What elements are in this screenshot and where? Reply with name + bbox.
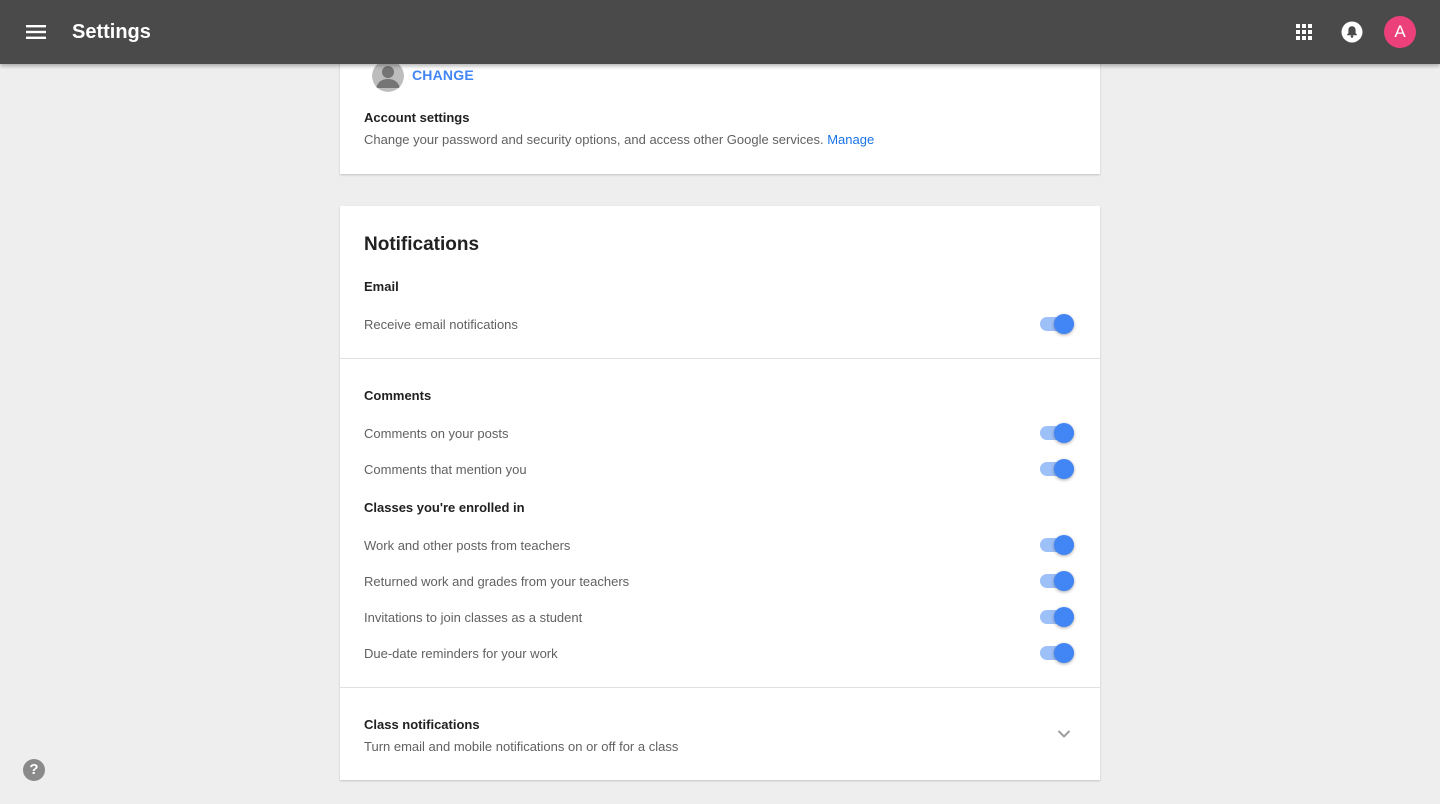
menu-icon[interactable] xyxy=(20,20,52,44)
account-settings-description: Change your password and security option… xyxy=(364,132,874,147)
account-circle-icon xyxy=(372,60,404,92)
change-photo-button[interactable]: CHANGE xyxy=(412,67,474,83)
avatar[interactable]: A xyxy=(1384,16,1416,48)
toggle-knob xyxy=(1054,571,1074,591)
toggle-knob xyxy=(1054,535,1074,555)
due-date-reminders-toggle[interactable] xyxy=(1038,641,1076,665)
class-invitations-label: Invitations to join classes as a student xyxy=(364,610,583,625)
divider xyxy=(340,687,1100,688)
toggle-knob xyxy=(1054,423,1074,443)
bell-icon[interactable] xyxy=(1340,20,1364,44)
email-notifications-label: Receive email notifications xyxy=(364,317,518,332)
comments-heading: Comments xyxy=(364,388,432,403)
class-notifications-description: Turn email and mobile notifications on o… xyxy=(364,739,679,754)
manage-link[interactable]: Manage xyxy=(827,132,874,147)
comments-on-posts-label: Comments on your posts xyxy=(364,426,509,441)
enrolled-classes-heading: Classes you're enrolled in xyxy=(364,500,525,515)
toggle-knob xyxy=(1054,459,1074,479)
account-settings-label: Account settings xyxy=(364,110,470,125)
toggle-knob xyxy=(1054,643,1074,663)
returned-work-label: Returned work and grades from your teach… xyxy=(364,574,630,589)
page-title: Settings xyxy=(72,21,151,43)
email-heading: Email xyxy=(364,279,399,294)
comments-on-posts-toggle[interactable] xyxy=(1038,421,1076,445)
notifications-title: Notifications xyxy=(364,234,480,255)
class-notifications-heading: Class notifications xyxy=(364,717,480,732)
notifications-card: Notifications Email Receive email notifi… xyxy=(340,206,1100,780)
toggle-knob xyxy=(1054,607,1074,627)
teacher-posts-label: Work and other posts from teachers xyxy=(364,538,571,553)
divider xyxy=(340,358,1100,359)
help-icon[interactable]: ? xyxy=(23,759,45,781)
top-app-bar: Settings A xyxy=(0,0,1440,64)
account-settings-text: Change your password and security option… xyxy=(364,132,824,147)
apps-grid-icon[interactable] xyxy=(1292,20,1316,44)
chevron-down-icon[interactable] xyxy=(1054,724,1074,744)
comments-mention-toggle[interactable] xyxy=(1038,457,1076,481)
toggle-knob xyxy=(1054,314,1074,334)
teacher-posts-toggle[interactable] xyxy=(1038,533,1076,557)
returned-work-toggle[interactable] xyxy=(1038,569,1076,593)
due-date-reminders-label: Due-date reminders for your work xyxy=(364,646,558,661)
email-notifications-toggle[interactable] xyxy=(1038,312,1076,336)
comments-mention-label: Comments that mention you xyxy=(364,462,527,477)
class-invitations-toggle[interactable] xyxy=(1038,605,1076,629)
